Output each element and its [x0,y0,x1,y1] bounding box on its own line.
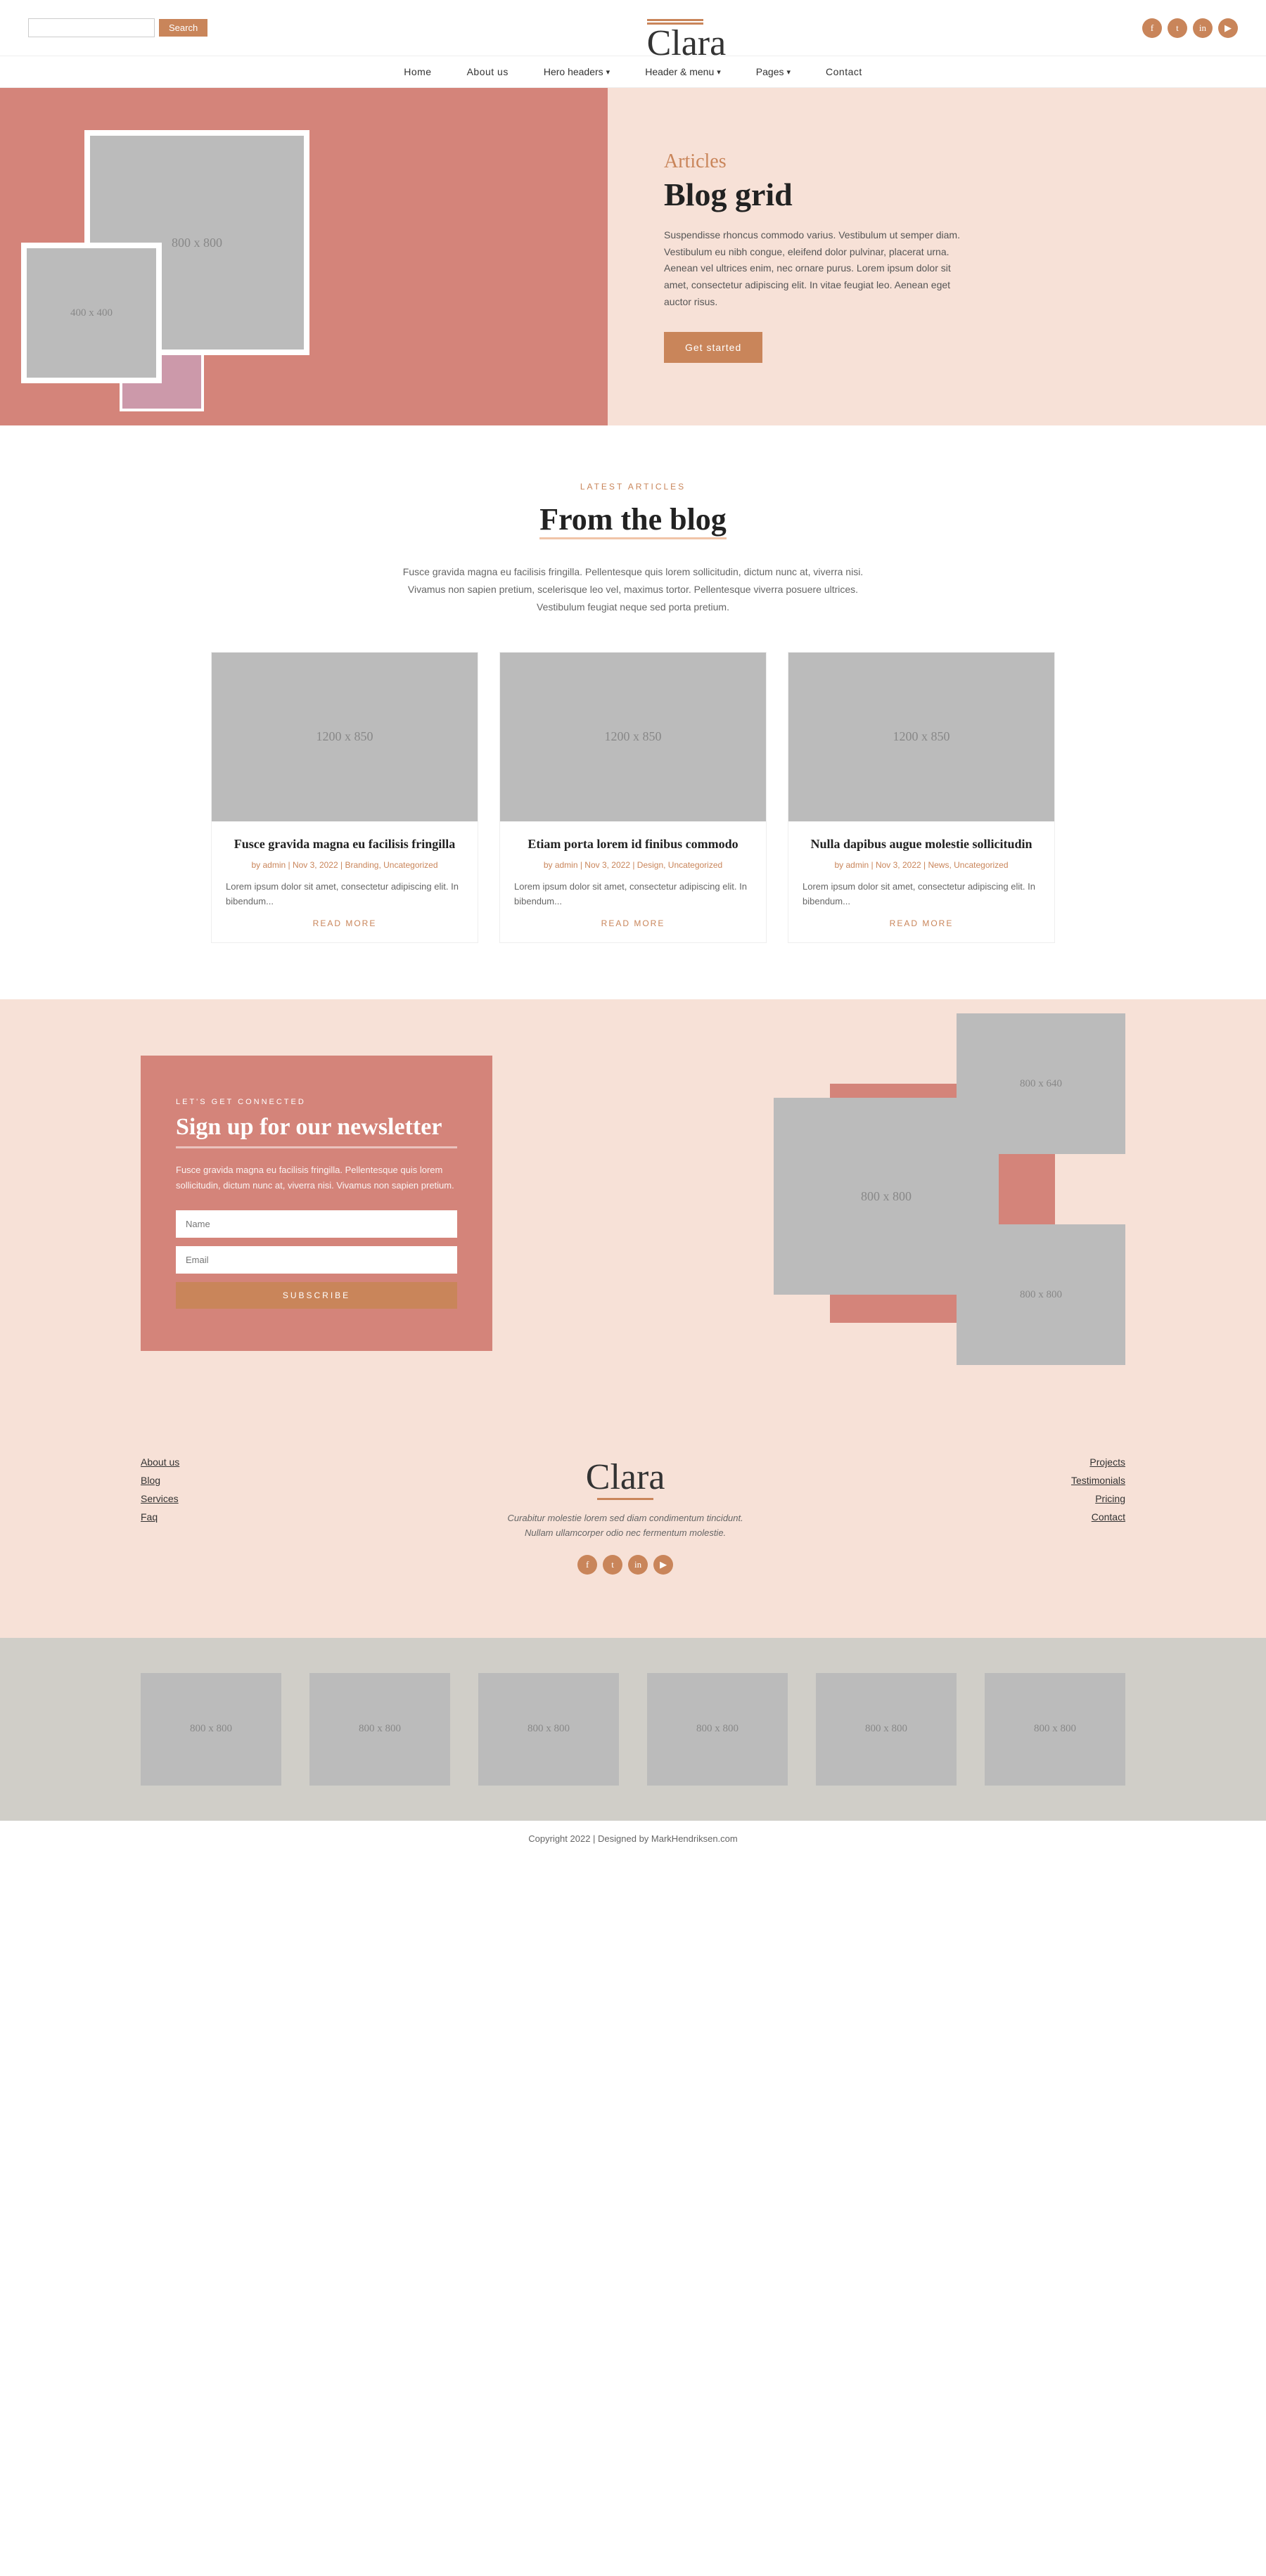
footer-youtube-icon[interactable]: ▶ [653,1555,673,1575]
footer-facebook-icon[interactable]: f [577,1555,597,1575]
blog-desc: Fusce gravida magna eu facilisis fringil… [387,563,879,617]
blog-card-1-title: Fusce gravida magna eu facilisis fringil… [226,835,463,853]
hero-subtitle: Articles [664,150,1210,173]
footer-link-testimonials[interactable]: Testimonials [1071,1475,1125,1486]
blog-card-3-meta: by admin | Nov 3, 2022 | News, Uncategor… [803,860,1040,870]
blog-card-2-img: 1200 x 850 [500,653,766,821]
blog-card-2-text: Lorem ipsum dolor sit amet, consectetur … [514,880,752,909]
footer-left-links: About us Blog Services Faq [141,1456,179,1575]
blog-section: LATEST ARTICLES From the blog Fusce grav… [0,425,1266,999]
blog-card-1-content: Fusce gravida magna eu facilisis fringil… [212,835,478,929]
footer-logo-line [597,1498,653,1500]
footer-link-about[interactable]: About us [141,1456,179,1468]
footer-twitter-icon[interactable]: t [603,1555,622,1575]
newsletter-title: Sign up for our newsletter [176,1113,457,1148]
footer-thumbnails: 800 x 800 800 x 800 800 x 800 800 x 800 … [0,1638,1266,1821]
newsletter-tag: LET'S GET CONNECTED [176,1098,457,1106]
hero-left: 800 x 800 400 x 400 [0,88,608,425]
blog-card-2-title: Etiam porta lorem id finibus commodo [514,835,752,853]
footer-right-links: Projects Testimonials Pricing Contact [1071,1456,1125,1575]
newsletter-text: Fusce gravida magna eu facilisis fringil… [176,1162,457,1193]
footer-thumb-5: 800 x 800 [816,1673,957,1786]
blog-card-3: 1200 x 850 Nulla dapibus augue molestie … [788,652,1055,944]
newsletter-images: 800 x 640 800 x 800 800 x 800 [774,1013,1125,1365]
blog-tag: LATEST ARTICLES [141,482,1125,492]
blog-card-2: 1200 x 850 Etiam porta lorem id finibus … [499,652,767,944]
blog-card-3-title: Nulla dapibus augue molestie sollicitudi… [803,835,1040,853]
hero-section: 800 x 800 400 x 400 Articles Blog grid S… [0,88,1266,425]
blog-card-3-link[interactable]: READ MORE [803,918,1040,928]
footer-thumb-2: 800 x 800 [309,1673,450,1786]
blog-card-2-link[interactable]: READ MORE [514,918,752,928]
footer-thumb-3: 800 x 800 [478,1673,619,1786]
nav-header-menu[interactable]: Header & menu [645,66,721,77]
main-nav: Home About us Hero headers Header & menu… [0,56,1266,88]
newsletter-section: LET'S GET CONNECTED Sign up for our news… [0,999,1266,1407]
blog-card-2-content: Etiam porta lorem id finibus commodo by … [500,835,766,929]
newsletter-name-input[interactable] [176,1210,457,1238]
footer-link-blog[interactable]: Blog [141,1475,179,1486]
footer-center: Clara Curabitur molestie lorem sed diam … [506,1456,745,1575]
search-input[interactable] [28,18,155,37]
blog-cards: 1200 x 850 Fusce gravida magna eu facili… [141,652,1125,944]
hero-image-small: 400 x 400 [21,243,162,383]
nav-about[interactable]: About us [467,66,509,77]
footer: About us Blog Services Faq Clara Curabit… [0,1407,1266,1638]
newsletter-subscribe-button[interactable]: SUBSCRIBE [176,1282,457,1309]
nav-contact[interactable]: Contact [826,66,862,77]
twitter-icon[interactable]: t [1168,18,1187,38]
footer-thumb-1: 800 x 800 [141,1673,281,1786]
blog-card-1-link[interactable]: READ MORE [226,918,463,928]
newsletter-email-input[interactable] [176,1246,457,1274]
footer-tagline: Curabitur molestie lorem sed diam condim… [506,1511,745,1541]
nav-home[interactable]: Home [404,66,431,77]
newsletter-form: SUBSCRIBE [176,1210,457,1309]
blog-card-3-content: Nulla dapibus augue molestie sollicitudi… [788,835,1054,929]
footer-link-projects[interactable]: Projects [1071,1456,1125,1468]
blog-card-3-img: 1200 x 850 [788,653,1054,821]
footer-link-faq[interactable]: Faq [141,1511,179,1523]
hero-text: Suspendisse rhoncus commodo varius. Vest… [664,227,973,311]
nav-hero-headers[interactable]: Hero headers [544,66,610,77]
footer-thumb-4: 800 x 800 [647,1673,788,1786]
footer-logo: Clara [506,1456,745,1498]
hero-cta-button[interactable]: Get started [664,332,762,363]
footer-social: f t in ▶ [506,1555,745,1575]
search-button[interactable]: Search [159,19,207,37]
blog-card-1-img: 1200 x 850 [212,653,478,821]
facebook-icon[interactable]: f [1142,18,1162,38]
blog-title: From the blog [539,501,727,539]
footer-link-pricing[interactable]: Pricing [1071,1493,1125,1504]
logo-underline [647,19,703,21]
newsletter-form-area: LET'S GET CONNECTED Sign up for our news… [141,1056,492,1351]
header: Search Clara f t in ▶ [0,0,1266,56]
nav-pages[interactable]: Pages [756,66,791,77]
footer-instagram-icon[interactable]: in [628,1555,648,1575]
footer-top: About us Blog Services Faq Clara Curabit… [141,1456,1125,1575]
footer-link-services[interactable]: Services [141,1493,179,1504]
newsletter-image-2: 800 x 800 [774,1098,999,1295]
copyright: Copyright 2022 | Designed by MarkHendrik… [0,1821,1266,1857]
blog-card-1-meta: by admin | Nov 3, 2022 | Branding, Uncat… [226,860,463,870]
blog-card-2-meta: by admin | Nov 3, 2022 | Design, Uncateg… [514,860,752,870]
blog-card-1-text: Lorem ipsum dolor sit amet, consectetur … [226,880,463,909]
instagram-icon[interactable]: in [1193,18,1213,38]
footer-link-contact[interactable]: Contact [1071,1511,1125,1523]
hero-right: Articles Blog grid Suspendisse rhoncus c… [608,88,1266,425]
social-icons: f t in ▶ [1142,18,1238,38]
footer-thumb-6: 800 x 800 [985,1673,1125,1786]
hero-title: Blog grid [664,177,1210,213]
blog-card-3-text: Lorem ipsum dolor sit amet, consectetur … [803,880,1040,909]
youtube-icon[interactable]: ▶ [1218,18,1238,38]
search-area: Search [28,18,207,37]
blog-card-1: 1200 x 850 Fusce gravida magna eu facili… [211,652,478,944]
